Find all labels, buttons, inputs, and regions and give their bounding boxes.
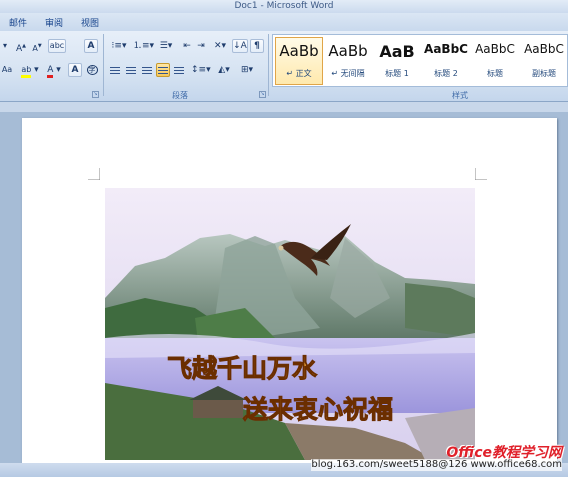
borders-button[interactable]: ⊞▾ — [236, 63, 258, 77]
chinese-layout-button[interactable]: ✕▾ — [210, 39, 230, 53]
ribbon: ▾ A▲ A▼ abc A Aa ab ▾ A ▾ A 字 ↘ ⁝≡▾ ⒈≡▾ … — [0, 31, 568, 102]
shading-button[interactable]: ◭▾ — [214, 63, 234, 77]
tab-view[interactable]: 视图 — [81, 16, 99, 29]
character-border-icon: A — [87, 41, 95, 51]
dialog-launcher-icon: ↘ — [93, 91, 98, 97]
title-bar: Doc1 - Microsoft Word — [0, 0, 568, 13]
crop-mark-top-right — [475, 168, 487, 180]
quick-styles-gallery: AaBb ↵ 正文 AaBb ↵ 无间隔 AaB 标题 1 AaBbC 标题 2… — [272, 34, 568, 87]
style-name: 标题 2 — [434, 69, 458, 78]
style-preview: AaBb — [328, 42, 368, 60]
word-window: Doc1 - Microsoft Word 邮件 审阅 视图 ▾ A▲ A▼ a… — [0, 0, 568, 477]
clear-format-icon: abc — [49, 41, 65, 50]
style-name: 副标题 — [532, 69, 556, 78]
align-right-icon — [142, 67, 152, 74]
align-left-icon — [110, 67, 120, 74]
show-marks-icon: ¶ — [254, 41, 260, 51]
dialog-launcher-icon: ↘ — [260, 91, 265, 97]
style-no-spacing[interactable]: AaBb ↵ 无间隔 — [324, 37, 372, 85]
numbering-button[interactable]: ⒈≡▾ — [132, 39, 154, 53]
increase-indent-button[interactable]: ⇥ — [194, 39, 208, 53]
style-normal[interactable]: AaBb ↵ 正文 — [275, 37, 323, 85]
shading-icon: ◭ — [218, 65, 226, 75]
picture-text-line-2: 送来衷心祝福 — [243, 395, 393, 424]
style-preview: AaB — [379, 42, 415, 61]
style-title[interactable]: AaBbC 标题 — [471, 37, 519, 85]
picture-text-line-1: 飞越千山万水 — [167, 354, 318, 383]
highlight-button[interactable]: ab ▾ — [18, 63, 42, 78]
styles-group-label: 样式 — [452, 91, 468, 100]
font-size-dropdown-edge[interactable]: ▾ — [0, 39, 10, 53]
distributed-button[interactable] — [172, 63, 186, 77]
tab-mailings[interactable]: 邮件 — [9, 16, 27, 29]
sort-button[interactable]: ↓A — [232, 39, 248, 53]
borders-icon: ⊞ — [240, 65, 249, 75]
chinese-layout-icon: ✕ — [213, 41, 222, 51]
increase-indent-icon: ⇥ — [197, 41, 205, 51]
style-name: ↵ 无间隔 — [331, 69, 365, 78]
grow-font-button[interactable]: A▲ — [14, 39, 28, 54]
watermark-url: blog.163.com/sweet5188@126 www.office68.… — [311, 459, 562, 471]
clear-formatting-button[interactable]: abc — [48, 39, 66, 53]
shrink-font-button[interactable]: A▼ — [30, 39, 44, 53]
align-left-button[interactable] — [108, 63, 122, 77]
line-spacing-icon: ↕≡ — [191, 65, 207, 75]
font-color-icon: A — [47, 65, 54, 78]
line-spacing-button[interactable]: ↕≡▾ — [190, 63, 211, 77]
change-case-button[interactable]: Aa — [0, 63, 14, 77]
center-button[interactable] — [124, 63, 138, 77]
highlight-icon: ab — [21, 65, 32, 78]
decrease-indent-button[interactable]: ⇤ — [180, 39, 194, 53]
enclose-characters-icon: 字 — [86, 65, 98, 75]
show-hide-marks-button[interactable]: ¶ — [250, 39, 264, 53]
window-title: Doc1 - Microsoft Word — [234, 1, 334, 11]
bullets-icon: ⁝≡ — [111, 41, 122, 51]
bullets-button[interactable]: ⁝≡▾ — [108, 39, 130, 53]
character-border-button[interactable]: A — [84, 39, 98, 53]
style-preview: AaBbC — [475, 42, 515, 56]
character-shading-button[interactable]: A — [68, 63, 82, 77]
style-name: 标题 — [487, 69, 503, 78]
multilevel-list-icon: ☰ — [159, 41, 168, 51]
tab-review[interactable]: 审阅 — [45, 16, 63, 29]
numbering-icon: ⒈≡ — [133, 41, 150, 51]
mountain-landscape-image: 飞越千山万水 送来衷心祝福 — [105, 188, 475, 460]
crop-mark-top-left — [88, 168, 100, 180]
style-name: 标题 1 — [385, 69, 409, 78]
align-right-button[interactable] — [140, 63, 154, 77]
style-preview: AaBbC — [524, 42, 564, 56]
distributed-icon — [174, 67, 184, 74]
group-separator — [268, 34, 269, 96]
style-heading-1[interactable]: AaB 标题 1 — [373, 37, 421, 85]
font-dialog-launcher[interactable]: ↘ — [92, 91, 99, 98]
enclose-characters-button[interactable]: 字 — [84, 63, 100, 77]
style-preview: AaBb — [279, 42, 319, 60]
document-page[interactable]: 飞越千山万水 送来衷心祝福 — [22, 118, 557, 463]
group-separator — [103, 34, 104, 96]
paragraph-dialog-launcher[interactable]: ↘ — [259, 91, 266, 98]
style-name: ↵ 正文 — [286, 69, 312, 78]
justify-button[interactable] — [156, 63, 170, 77]
ruler-area — [0, 102, 568, 112]
style-preview: AaBbC — [424, 42, 468, 56]
multilevel-list-button[interactable]: ☰▾ — [156, 39, 176, 53]
sort-icon: ↓A — [233, 41, 247, 51]
justify-icon — [158, 67, 168, 74]
center-icon — [126, 67, 136, 74]
style-subtitle[interactable]: AaBbC 副标题 — [520, 37, 568, 85]
character-shading-icon: A — [71, 65, 79, 75]
inserted-picture[interactable]: 飞越千山万水 送来衷心祝福 — [105, 188, 475, 460]
style-heading-2[interactable]: AaBbC 标题 2 — [422, 37, 470, 85]
watermark-site-name: Office教程学习网 — [446, 445, 562, 461]
ribbon-tabs: 邮件 审阅 视图 — [0, 13, 568, 31]
decrease-indent-icon: ⇤ — [183, 41, 191, 51]
watermark: Office教程学习网 blog.163.com/sweet5188@126 w… — [311, 445, 562, 471]
font-color-button[interactable]: A ▾ — [42, 63, 66, 78]
paragraph-group-label: 段落 — [172, 91, 188, 100]
change-case-icon: Aa — [1, 65, 13, 74]
